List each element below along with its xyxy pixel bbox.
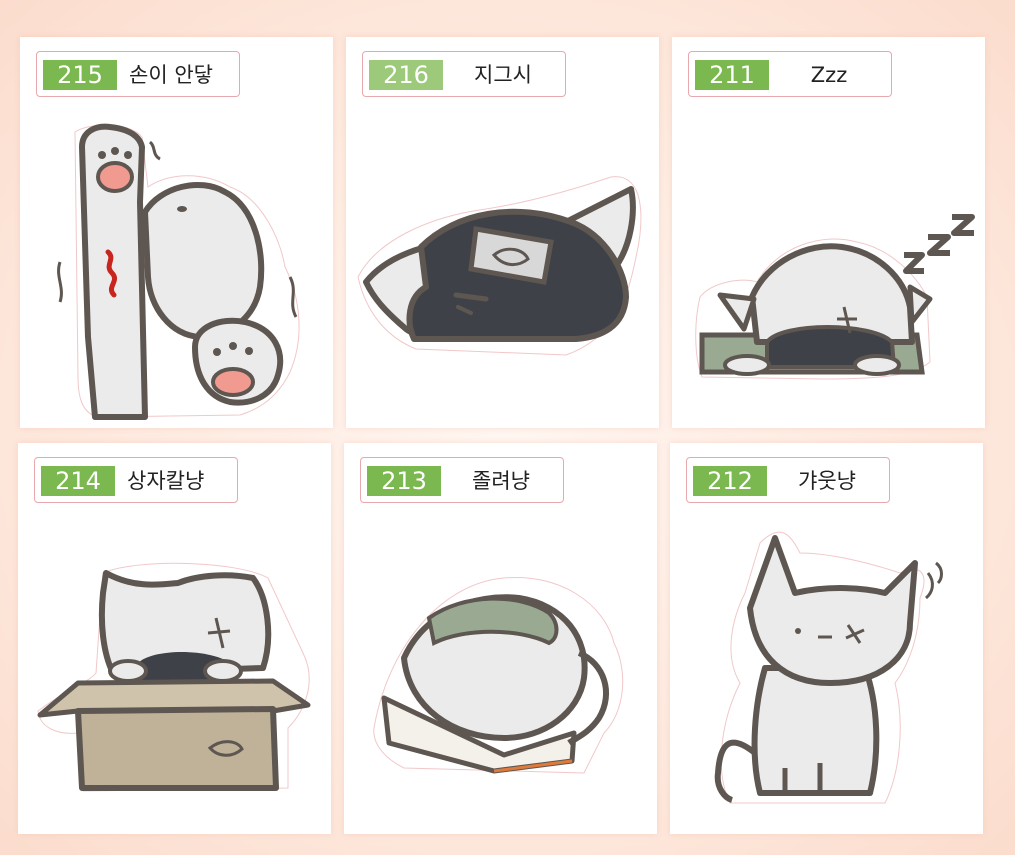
cat-sticker-head-tilt-image bbox=[714, 531, 943, 804]
sticker-card-213[interactable]: 213 졸려냥 bbox=[344, 443, 657, 834]
cat-sticker-box-image bbox=[37, 562, 311, 792]
sticker-card-215[interactable]: 215 손이 안닿 bbox=[20, 37, 333, 428]
sticker-card-212[interactable]: 212 갸웃냥 bbox=[670, 443, 983, 834]
cat-sticker-mask-image bbox=[357, 176, 642, 356]
cat-sticker-book-image bbox=[373, 576, 624, 774]
sticker-card-211[interactable]: 211 Zzz bbox=[672, 37, 985, 428]
sticker-card-214[interactable]: 214 상자칼냥 bbox=[18, 443, 331, 834]
sticker-card-216[interactable]: 216 지그시 bbox=[346, 37, 659, 428]
cat-sticker-sleeping-image bbox=[695, 214, 975, 380]
cat-sticker-reaching-image bbox=[57, 123, 300, 420]
